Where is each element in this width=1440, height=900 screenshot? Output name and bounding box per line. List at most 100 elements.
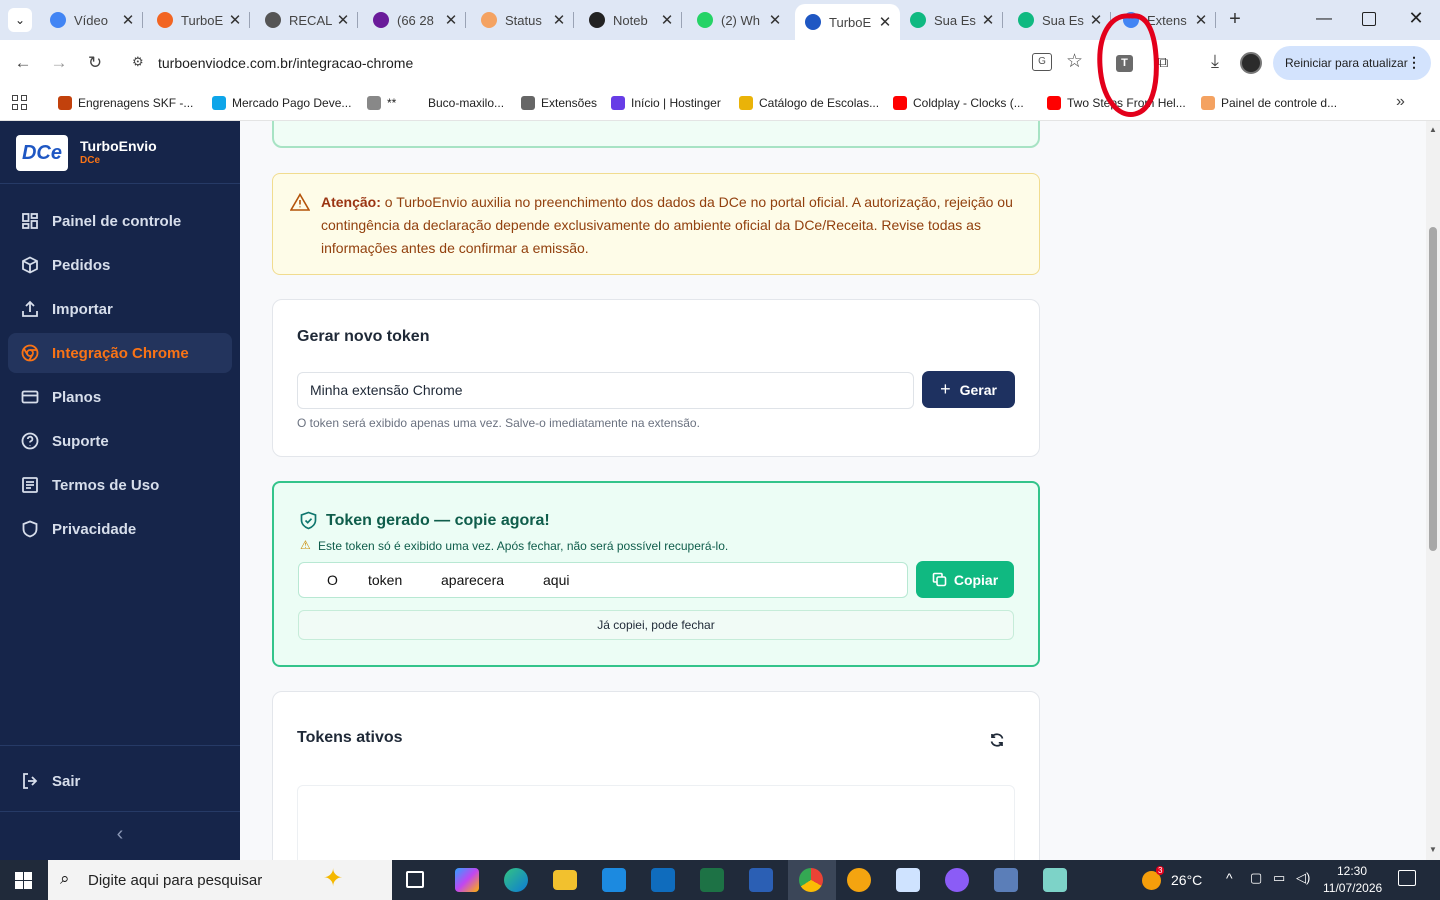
chrome-icon[interactable] bbox=[799, 868, 823, 892]
token-value-box[interactable]: O token aparecera aqui bbox=[298, 562, 908, 598]
clock-time[interactable]: 12:30 bbox=[1337, 864, 1367, 878]
tab-close-icon[interactable]: ✕ bbox=[658, 11, 676, 29]
bookmark-item[interactable]: ** bbox=[367, 94, 396, 112]
close-token-button[interactable]: Já copiei, pode fechar bbox=[298, 610, 1014, 640]
logout-button[interactable]: Sair bbox=[8, 761, 232, 801]
bookmark-item[interactable]: Catálogo de Escolas... bbox=[739, 94, 879, 112]
site-info-icon[interactable]: ⚙ bbox=[132, 54, 144, 70]
word-icon[interactable] bbox=[749, 868, 773, 892]
download-icon[interactable]: ⤓ bbox=[1204, 51, 1226, 75]
tab-close-icon[interactable]: ✕ bbox=[226, 11, 244, 29]
scroll-thumb[interactable] bbox=[1429, 227, 1437, 551]
vscode-icon[interactable] bbox=[896, 868, 920, 892]
logout-icon bbox=[20, 771, 40, 791]
browser-tab[interactable]: Noteb ✕ bbox=[579, 0, 682, 40]
volume-icon[interactable]: ◁) bbox=[1296, 870, 1310, 886]
tab-close-icon[interactable]: ✕ bbox=[334, 11, 352, 29]
tab-close-icon[interactable]: ✕ bbox=[876, 13, 894, 31]
file-explorer-icon[interactable] bbox=[553, 870, 577, 890]
page-scrollbar[interactable]: ▲ ▼ bbox=[1426, 121, 1440, 860]
tab-close-icon[interactable]: ✕ bbox=[1192, 11, 1210, 29]
token-name-input[interactable]: Minha extensão Chrome bbox=[297, 372, 914, 409]
browser-tab[interactable]: Sua Es ✕ bbox=[900, 0, 1003, 40]
sidebar-item-label: Termos de Uso bbox=[52, 476, 160, 494]
address-bar[interactable]: ⚙ turboenviodce.com.br/integracao-chrome… bbox=[120, 45, 1098, 81]
close-window-button[interactable]: ✕ bbox=[1406, 8, 1426, 32]
browser-tab[interactable]: (66 28 ✕ bbox=[363, 0, 466, 40]
notifications-icon[interactable] bbox=[1398, 870, 1416, 886]
bookmark-item[interactable]: Início | Hostinger bbox=[611, 94, 721, 112]
translate-icon[interactable]: G bbox=[1032, 53, 1052, 71]
scroll-down-arrow[interactable]: ▼ bbox=[1429, 845, 1437, 854]
bookmark-item[interactable]: Painel de controle d... bbox=[1201, 94, 1337, 112]
sidebar-item-painel-de-controle[interactable]: Painel de controle bbox=[8, 201, 232, 241]
restore-button[interactable] bbox=[1362, 12, 1376, 26]
sidebar-item-privacidade[interactable]: Privacidade bbox=[8, 509, 232, 549]
copy-button[interactable]: Copiar bbox=[916, 561, 1014, 598]
sidebar-collapse-button[interactable]: ‹ bbox=[112, 823, 128, 847]
taskbar-search[interactable]: ⌕ Digite aqui para pesquisar ✦ bbox=[48, 860, 392, 900]
outlook-icon[interactable] bbox=[651, 868, 675, 892]
network-icon[interactable]: ▭ bbox=[1273, 870, 1285, 886]
bookmark-item[interactable]: Buco-maxilo... bbox=[408, 94, 504, 112]
browser-tab[interactable]: TurboE ✕ bbox=[795, 4, 900, 40]
task-view-icon[interactable] bbox=[406, 871, 424, 888]
tab-close-icon[interactable]: ✕ bbox=[119, 11, 137, 29]
browser-tab[interactable]: Vídeo ✕ bbox=[40, 0, 143, 40]
reload-icon[interactable]: ↻ bbox=[83, 51, 107, 75]
store-icon[interactable] bbox=[602, 868, 626, 892]
bookmark-item[interactable]: Extensões bbox=[521, 94, 597, 112]
apps-grid-icon[interactable] bbox=[12, 95, 27, 110]
sidebar-item-integração-chrome[interactable]: Integração Chrome bbox=[8, 333, 232, 373]
tab-close-icon[interactable]: ✕ bbox=[766, 11, 784, 29]
forward-icon[interactable]: → bbox=[47, 51, 71, 75]
bookmark-icon bbox=[1047, 96, 1061, 110]
tab-title: Status bbox=[505, 12, 542, 28]
more-bookmarks-icon[interactable]: » bbox=[1396, 93, 1405, 111]
browser-tab[interactable]: Status ✕ bbox=[471, 0, 574, 40]
tab-separator bbox=[1002, 12, 1003, 28]
sidebar-item-pedidos[interactable]: Pedidos bbox=[8, 245, 232, 285]
refresh-icon[interactable] bbox=[989, 732, 1005, 748]
back-icon[interactable]: ← bbox=[11, 51, 35, 75]
tray-chevron-icon[interactable]: ^ bbox=[1226, 870, 1233, 886]
windows-start-icon[interactable] bbox=[15, 872, 32, 889]
token-name-value: Minha extensão Chrome bbox=[310, 382, 463, 398]
browser-tab[interactable]: (2) Wh ✕ bbox=[687, 0, 790, 40]
sidebar-item-termos-de-uso[interactable]: Termos de Uso bbox=[8, 465, 232, 505]
edge-icon[interactable] bbox=[504, 868, 528, 892]
browser-tab[interactable]: TurboE ✕ bbox=[147, 0, 250, 40]
new-tab-button[interactable]: + bbox=[1224, 8, 1246, 32]
plus-icon: + bbox=[940, 379, 951, 399]
clock-date[interactable]: 11/07/2026 bbox=[1323, 881, 1382, 895]
bookmark-item[interactable]: Coldplay - Clocks (... bbox=[893, 94, 1024, 112]
bookmark-icon bbox=[611, 96, 625, 110]
brave-icon[interactable] bbox=[847, 868, 871, 892]
app-logo[interactable]: DCe bbox=[16, 135, 68, 171]
tab-search-button[interactable]: ⌄ bbox=[8, 8, 32, 32]
tray-device-icon[interactable]: ▢ bbox=[1250, 870, 1262, 886]
notepad-icon[interactable] bbox=[1043, 868, 1067, 892]
sidebar-item-suporte[interactable]: Suporte bbox=[8, 421, 232, 461]
sidebar-divider-bottom bbox=[0, 745, 240, 746]
bookmark-item[interactable]: Mercado Pago Deve... bbox=[212, 94, 351, 112]
browser-tab[interactable]: RECAL ✕ bbox=[255, 0, 358, 40]
excel-icon[interactable] bbox=[700, 868, 724, 892]
tab-close-icon[interactable]: ✕ bbox=[550, 11, 568, 29]
tab-close-icon[interactable]: ✕ bbox=[442, 11, 460, 29]
bookmark-star-icon[interactable]: ☆ bbox=[1066, 50, 1083, 73]
github-icon[interactable] bbox=[945, 868, 969, 892]
profile-avatar[interactable] bbox=[1240, 52, 1262, 74]
copilot-icon[interactable] bbox=[455, 868, 479, 892]
minimize-button[interactable]: — bbox=[1314, 10, 1334, 30]
tab-close-icon[interactable]: ✕ bbox=[979, 11, 997, 29]
scroll-up-arrow[interactable]: ▲ bbox=[1429, 125, 1437, 134]
generate-button[interactable]: + Gerar bbox=[922, 371, 1015, 408]
update-button[interactable]: Reiniciar para atualizar ⋮ bbox=[1273, 46, 1431, 80]
bookmark-item[interactable]: Engrenagens SKF -... bbox=[58, 94, 193, 112]
sidebar-item-importar[interactable]: Importar bbox=[8, 289, 232, 329]
sidebar-item-planos[interactable]: Planos bbox=[8, 377, 232, 417]
calculator-icon[interactable] bbox=[994, 868, 1018, 892]
alert-text: Atenção: o TurboEnvio auxilia no preench… bbox=[321, 191, 1021, 260]
alert-strong: Atenção: bbox=[321, 194, 381, 210]
